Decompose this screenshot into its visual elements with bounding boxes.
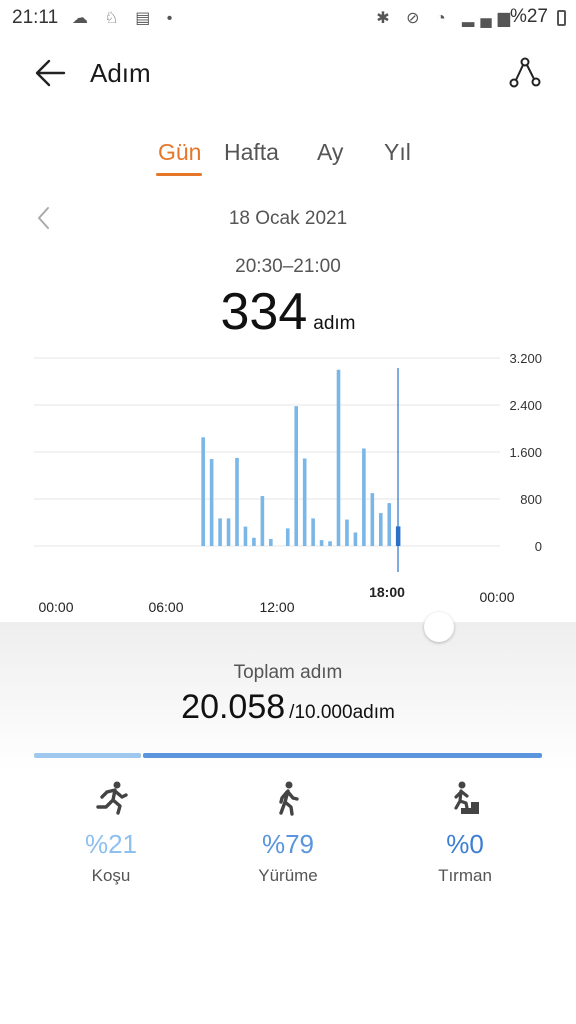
status-bar: 21:11 ☁ ♘ ▤ • ✱ ⊘ ◔ ▂▄▆ %27 [0, 0, 576, 36]
chart-bar [345, 519, 349, 546]
chart-bar [302, 458, 307, 546]
chart-bar [235, 457, 239, 546]
system-icons: ✱ ⊘ ◔ ▂▄▆ [376, 10, 516, 27]
chart-bar [269, 538, 273, 546]
chart-bar [378, 513, 383, 546]
chart-bar [285, 528, 290, 546]
chart-bar [387, 503, 392, 546]
chart-bar [311, 518, 315, 546]
x-tick-label: 00:00 [38, 599, 73, 615]
x-tick-label: 12:00 [259, 599, 294, 615]
tab-day[interactable]: Gün [158, 139, 201, 166]
arrow-left-icon[interactable] [34, 56, 68, 90]
chart-bar [201, 437, 205, 546]
activity-walking: %79 Yürüme [213, 780, 363, 886]
walking-percent: %79 [261, 829, 315, 859]
running-icon [96, 781, 128, 815]
y-tick-label: 2.400 [509, 398, 542, 413]
y-tick-label: 1.600 [509, 445, 542, 460]
chart-bar [218, 518, 222, 546]
total-steps-label: Toplam adım [233, 662, 343, 683]
chart-scrub-handle[interactable] [424, 612, 454, 642]
chart-bar [294, 406, 299, 546]
climbing-label: Tırman [438, 866, 492, 885]
notification-icons: ☁ ♘ ▤ • [72, 10, 179, 27]
chart-bar [319, 540, 324, 546]
page-title: Adım [90, 58, 151, 88]
x-tick-label: 06:00 [148, 599, 183, 615]
selected-steps: 334 adım [0, 282, 576, 342]
date-label: 18 Ocak 2021 [228, 208, 348, 229]
y-tick-label: 0 [535, 539, 542, 554]
battery-level: %27 [509, 6, 548, 27]
total-steps: 20.058/10.000adım [0, 688, 576, 727]
chart-bar [336, 369, 341, 546]
running-label: Koşu [91, 866, 131, 885]
tab-month[interactable]: Ay [317, 139, 343, 166]
status-time: 21:11 [12, 7, 59, 28]
chart-bar [370, 493, 375, 546]
selected-steps-value: 334 [220, 283, 308, 341]
running-percent: %21 [84, 829, 138, 859]
climbing-percent: %0 [446, 829, 484, 859]
chart-bar [252, 537, 256, 546]
total-steps-value: 20.058 [181, 688, 286, 726]
x-tick-label: 00:00 [479, 589, 514, 605]
steps-bar-chart[interactable]: 3.200 2.400 1.600 800 0 00:00 06:00 12:00 18:00 0… [0, 340, 576, 620]
x-tick-label: 18:00 [369, 584, 405, 600]
walking-label: Yürüme [258, 866, 318, 885]
tab-indicator [156, 173, 202, 176]
chart-bar [209, 459, 214, 546]
chart-bar [353, 532, 358, 546]
tab-year[interactable]: Yıl [384, 139, 411, 166]
activity-climbing: %0 Tırman [390, 780, 540, 886]
climbing-icon [451, 781, 479, 814]
walking-share-bar [143, 753, 542, 758]
y-tick-label: 3.200 [509, 351, 542, 366]
selected-time-range: 20:30–21:00 [235, 256, 341, 277]
activity-running: %21 Koşu [36, 780, 186, 886]
chart-bar [362, 448, 366, 546]
running-share-bar [34, 753, 141, 758]
chart-bar [328, 541, 332, 546]
step-goal: /10.000adım [289, 702, 395, 723]
chart-bar [243, 526, 248, 546]
selected-steps-unit: adım [313, 313, 356, 334]
y-tick-label: 800 [520, 492, 542, 507]
route-icon[interactable] [508, 56, 542, 90]
tab-week[interactable]: Hafta [224, 139, 279, 166]
walking-icon [279, 781, 299, 816]
chart-bar [226, 518, 231, 546]
battery-icon [557, 10, 566, 26]
chart-bar [260, 496, 265, 546]
